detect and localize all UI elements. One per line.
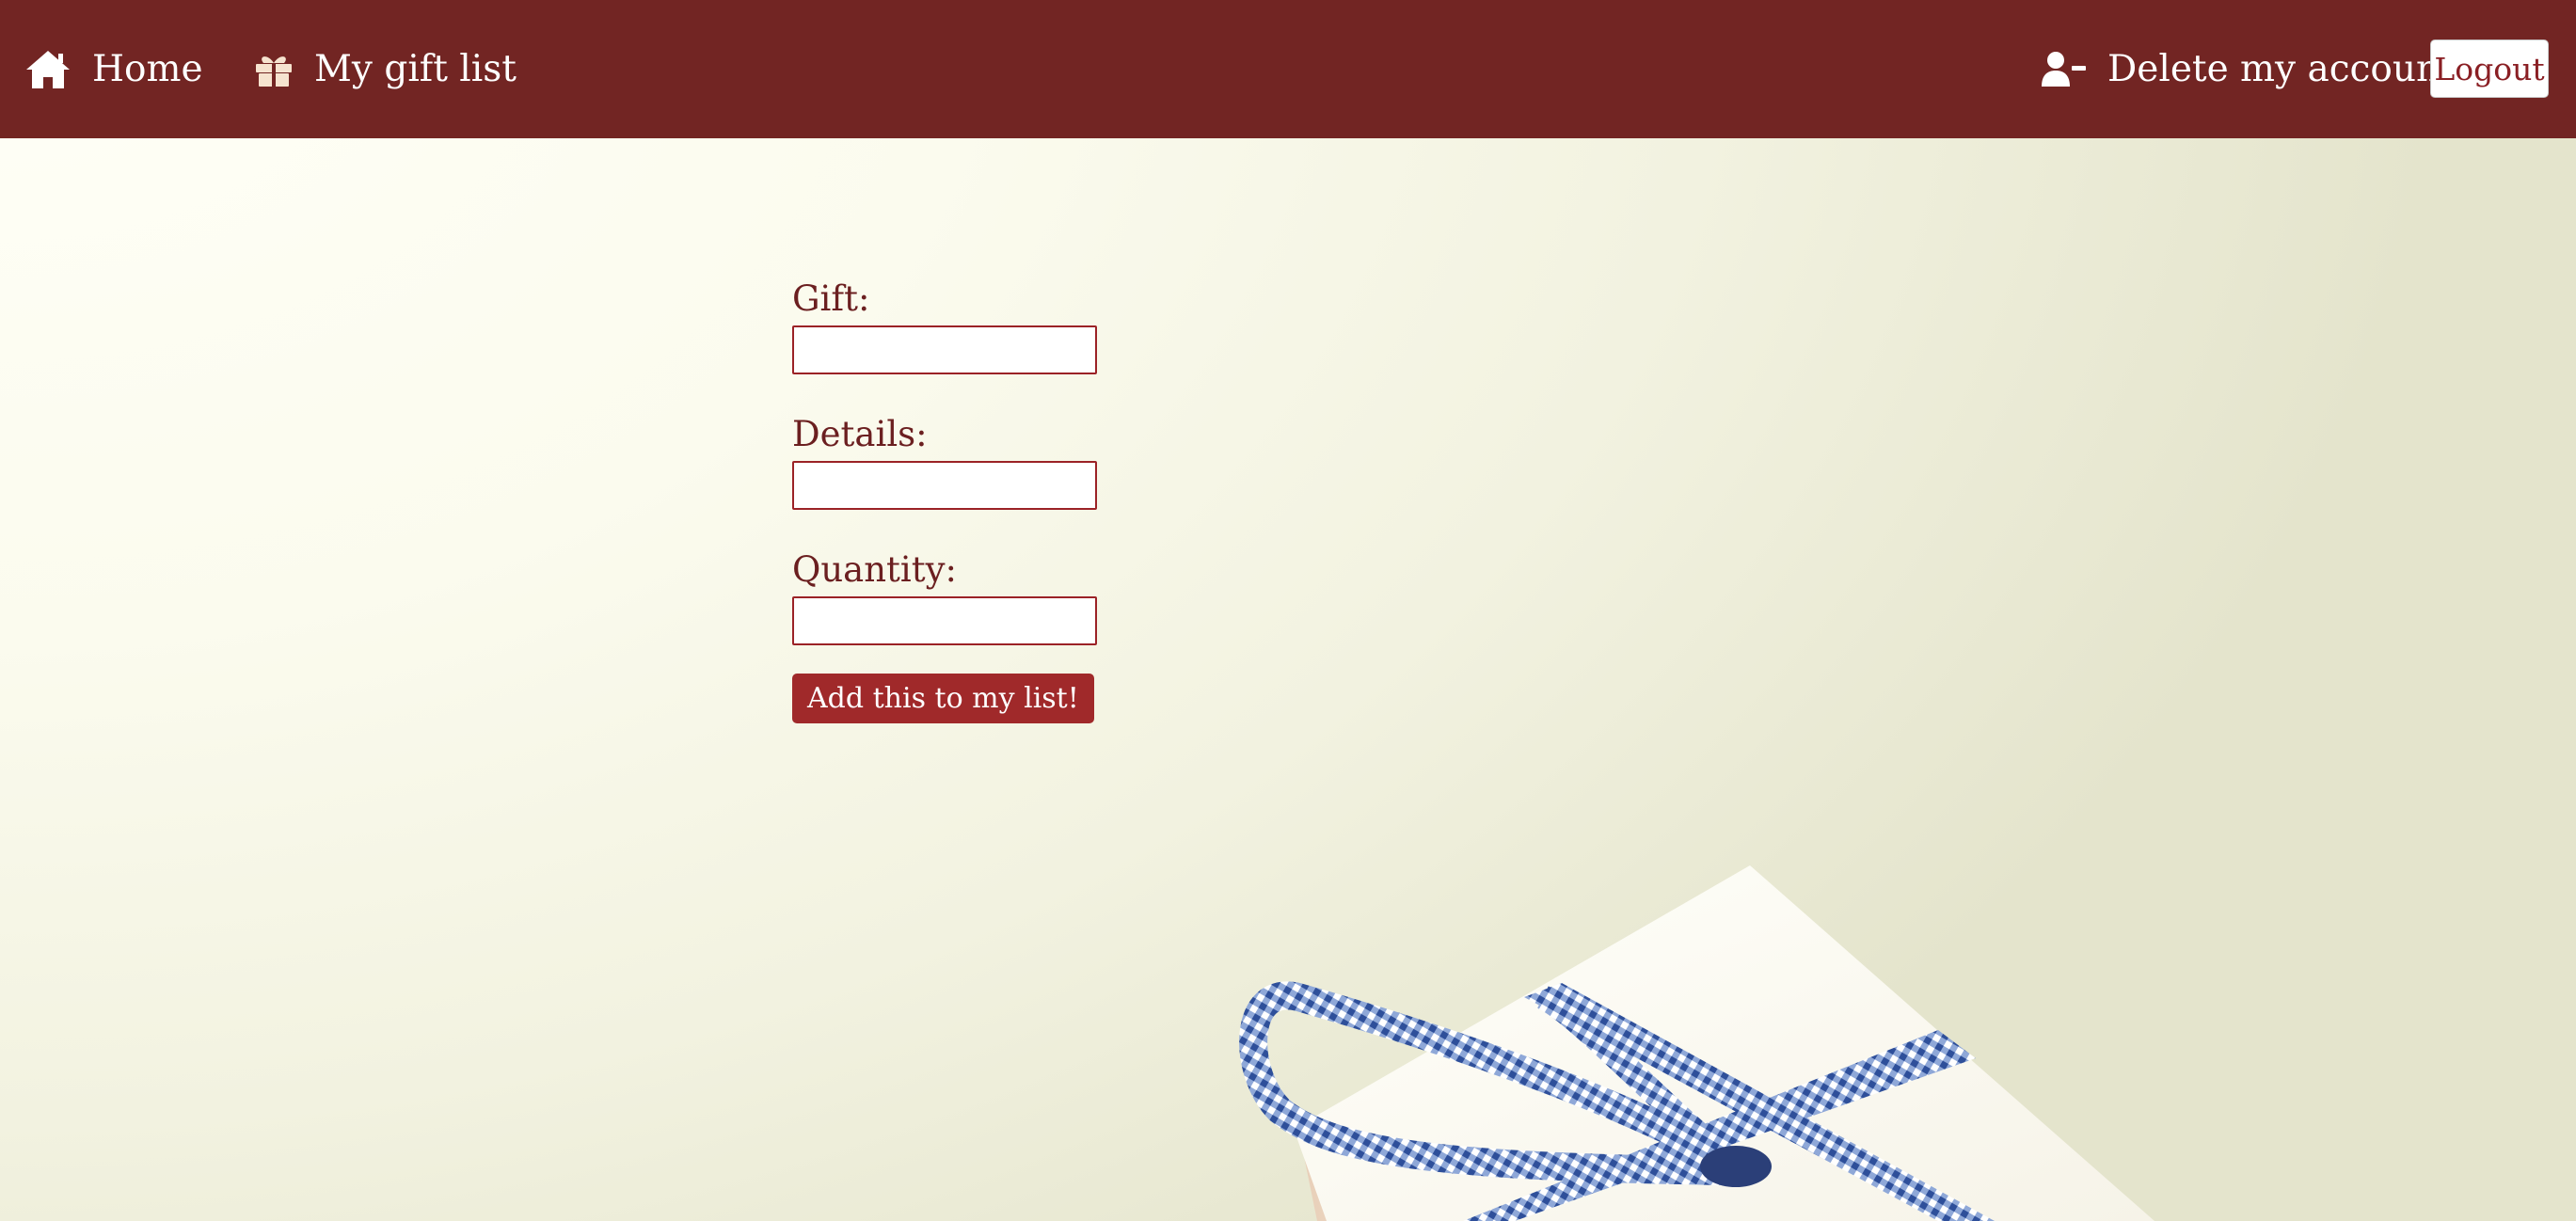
nav-home-label: Home	[92, 48, 203, 90]
nav-delete-account-link[interactable]: Delete my account	[2042, 0, 2455, 138]
quantity-label: Quantity:	[792, 549, 957, 590]
nav-delete-account-label: Delete my account	[2107, 48, 2455, 90]
add-to-list-button[interactable]: Add this to my list!	[792, 674, 1094, 723]
quantity-input[interactable]	[792, 596, 1097, 645]
top-navbar: Home My gift list Delete my account Logo…	[0, 0, 2576, 138]
details-input[interactable]	[792, 461, 1097, 510]
nav-gift-list-link[interactable]: My gift list	[254, 0, 517, 138]
gift-icon	[254, 51, 294, 88]
add-gift-form: Gift: Details: Quantity: Add this to my …	[792, 273, 1112, 723]
home-icon	[24, 49, 72, 90]
logout-button[interactable]: Logout	[2430, 40, 2549, 98]
gift-input[interactable]	[792, 325, 1097, 374]
details-label: Details:	[792, 414, 928, 454]
user-minus-icon	[2042, 51, 2087, 88]
gift-label: Gift:	[792, 278, 870, 319]
nav-gift-list-label: My gift list	[314, 48, 517, 90]
nav-home-link[interactable]: Home	[24, 0, 203, 138]
gift-box-background-image	[1239, 865, 2155, 1221]
